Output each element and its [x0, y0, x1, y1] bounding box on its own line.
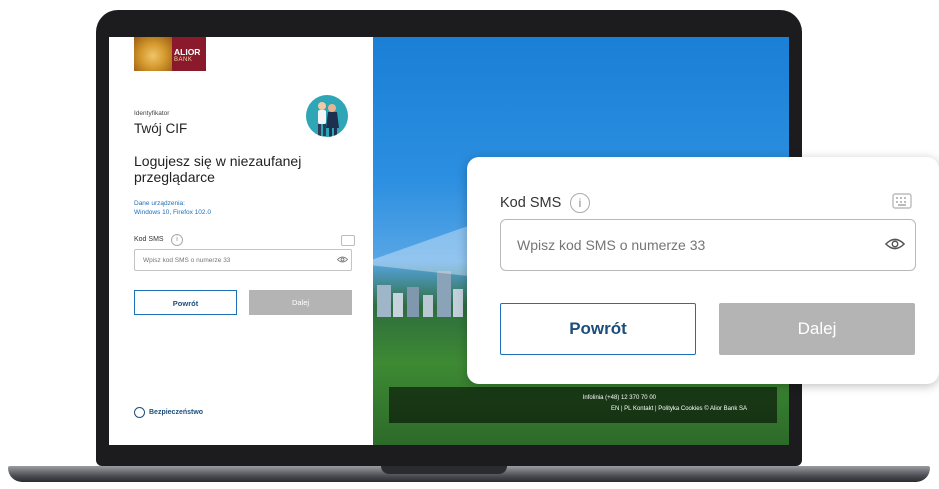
laptop-notch	[381, 466, 507, 474]
back-button[interactable]: Powrót	[134, 290, 237, 315]
couple-illustration	[306, 95, 348, 137]
shield-icon	[134, 407, 145, 418]
login-heading: Logujesz się w niezaufanej przeglądarce	[134, 153, 302, 185]
logo-name: ALIOR	[174, 47, 201, 57]
zoom-sms-label: Kod SMS	[500, 195, 562, 211]
sms-label: Kod SMS	[134, 236, 164, 243]
footer-bar	[389, 387, 777, 423]
footer-links[interactable]: EN | PL Kontakt | Polityka Cookies © Ali…	[611, 406, 747, 412]
zoom-sms-input[interactable]	[500, 219, 916, 271]
eye-icon[interactable]	[337, 256, 348, 263]
login-panel: ALIOR BANK Identyfikator Twój CIF Loguje…	[109, 37, 373, 445]
alior-logo: ALIOR BANK	[134, 37, 206, 71]
zoom-next-button[interactable]: Dalej	[719, 303, 915, 355]
keyboard-icon[interactable]	[341, 235, 355, 246]
logo-emblem	[134, 37, 172, 71]
identifier-label: Identyfikator	[134, 110, 170, 117]
logo-sub: BANK	[174, 57, 193, 63]
security-link[interactable]: Bezpieczeństwo	[149, 409, 203, 416]
zoom-callout: Kod SMS i Powrót Dalej	[467, 157, 939, 384]
info-icon[interactable]: i	[570, 193, 590, 213]
info-icon[interactable]: i	[171, 234, 183, 246]
keyboard-icon[interactable]	[892, 193, 912, 213]
device-label: Dane urządzenia:	[134, 200, 185, 207]
zoom-back-button[interactable]: Powrót	[500, 303, 696, 355]
device-value: Windows 10, Firefox 102.0	[134, 209, 211, 216]
next-button[interactable]: Dalej	[249, 290, 352, 315]
eye-icon[interactable]	[885, 237, 905, 251]
sms-input[interactable]	[134, 249, 352, 271]
zoom-pointer	[360, 226, 468, 276]
footer-infoline: Infolinia (+48) 12 370 70 00	[582, 395, 656, 401]
identifier-value: Twój CIF	[134, 121, 188, 136]
